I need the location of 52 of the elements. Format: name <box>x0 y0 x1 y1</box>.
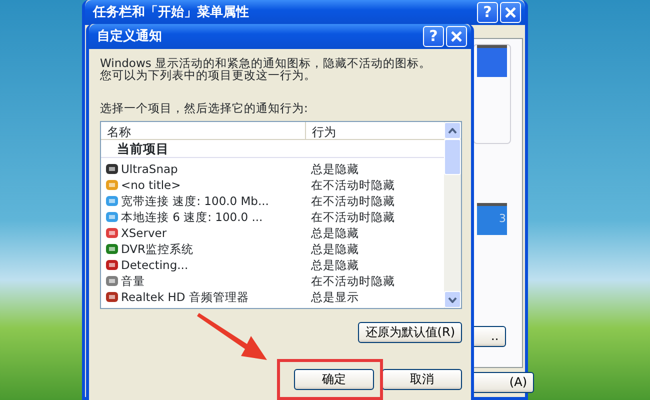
up-chevron-icon <box>448 128 457 134</box>
restore-defaults-button[interactable]: 还原为默认值(R) <box>358 322 462 343</box>
close-button[interactable] <box>500 2 521 23</box>
ok-button[interactable]: 确定 <box>294 369 374 390</box>
item-name[interactable]: Realtek HD 音频管理器 <box>121 289 309 305</box>
app-icon <box>105 226 119 240</box>
item-behavior[interactable]: 在不活动时隐藏 <box>309 193 395 209</box>
app-icon <box>105 274 119 288</box>
description-text: 您可以为下列表中的项目更改这一行为。 <box>100 69 316 81</box>
app-icon <box>105 258 119 272</box>
prompt-text: 选择一个项目，然后选择它的通知行为: <box>100 101 309 115</box>
item-name[interactable]: 宽带连接 速度: 100.0 Mb... <box>121 193 309 209</box>
scroll-up-button[interactable] <box>444 122 461 139</box>
item-behavior[interactable]: 总是隐藏 <box>309 161 359 177</box>
item-name[interactable]: XServer <box>121 225 309 241</box>
item-name[interactable]: Detecting... <box>121 257 309 273</box>
item-behavior[interactable]: 在不活动时隐藏 <box>309 273 395 289</box>
item-behavior[interactable]: 在不活动时隐藏 <box>309 177 395 193</box>
app-icon <box>105 194 119 208</box>
help-button[interactable]: ? <box>423 26 444 47</box>
item-name[interactable]: DVR监控系统 <box>121 241 309 257</box>
app-icon <box>105 178 119 192</box>
app-icon <box>105 290 119 304</box>
item-name[interactable]: UltraSnap <box>121 161 309 177</box>
help-button[interactable]: ? <box>477 2 498 23</box>
group-header: 当前项目 <box>101 140 444 158</box>
item-name[interactable]: 音量 <box>121 273 309 289</box>
app-icon <box>105 162 119 176</box>
scrollbar[interactable] <box>444 122 461 308</box>
scroll-down-button[interactable] <box>444 291 461 308</box>
app-icon <box>105 242 119 256</box>
taskbar-preview <box>477 45 507 77</box>
column-header[interactable]: 名称 <box>101 122 306 139</box>
down-chevron-icon <box>448 296 457 302</box>
item-behavior[interactable]: 总是隐藏 <box>309 257 359 273</box>
window-title: 自定义通知 <box>97 28 163 46</box>
description-text: Windows 显示活动的和紧急的通知图标，隐藏不活动的图标。 <box>100 57 432 69</box>
item-behavior[interactable]: 总是显示 <box>309 289 359 305</box>
close-icon <box>505 7 516 18</box>
close-icon <box>451 31 462 42</box>
app-icon <box>105 210 119 224</box>
close-button[interactable] <box>446 26 467 47</box>
cancel-button[interactable]: 取消 <box>382 369 462 390</box>
window-title: 任务栏和「开始」菜单属性 <box>93 4 250 22</box>
scroll-thumb[interactable] <box>444 139 461 175</box>
column-header[interactable]: 行为 <box>306 122 444 139</box>
item-name[interactable]: 本地连接 6 速度: 100.0 ... <box>121 209 309 225</box>
item-behavior[interactable]: 总是隐藏 <box>309 225 359 241</box>
item-behavior[interactable]: 在不活动时隐藏 <box>309 209 395 225</box>
item-name[interactable]: <no title> <box>121 177 309 193</box>
taskbar-preview: 3 <box>477 203 507 235</box>
item-behavior[interactable]: 总是隐藏 <box>309 241 359 257</box>
